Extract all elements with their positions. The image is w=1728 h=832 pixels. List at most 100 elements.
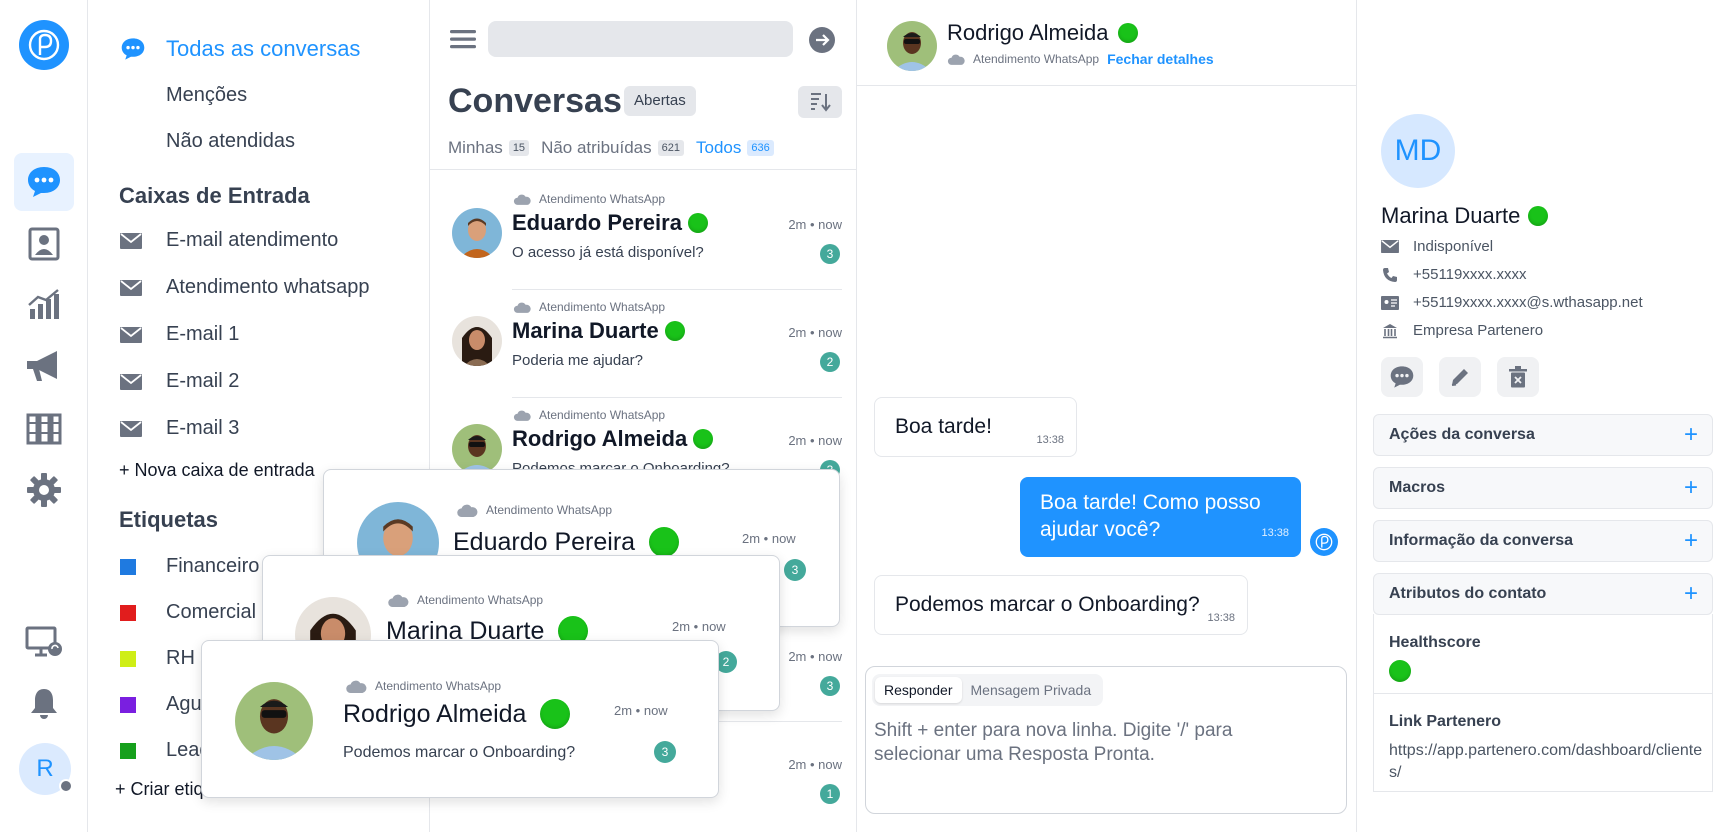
contact-avatar bbox=[235, 682, 313, 760]
status-filter-dropdown[interactable]: Abertas bbox=[624, 86, 696, 116]
contact-phone-row: +55119xxxx.xxxx bbox=[1381, 266, 1527, 283]
sidebar-item-label: E-mail 3 bbox=[166, 417, 240, 439]
conversation-inbox: Atendimento WhatsApp bbox=[513, 300, 665, 314]
rail-library-button[interactable] bbox=[14, 399, 74, 457]
online-status-dot bbox=[540, 699, 571, 729]
cloud-icon bbox=[345, 680, 367, 693]
search-go-button[interactable] bbox=[808, 26, 836, 59]
accordion-title: Macros bbox=[1389, 479, 1446, 496]
sidebar-label-item[interactable]: RH bbox=[120, 647, 195, 670]
new-inbox-link[interactable]: + Nova caixa de entrada bbox=[119, 460, 315, 481]
conversation-item[interactable]: Atendimento WhatsApp Marina Duarte Poder… bbox=[430, 290, 856, 398]
sidebar-label-item[interactable]: Agu bbox=[120, 693, 202, 716]
sidebar-label-item[interactable]: Financeiro bbox=[120, 555, 259, 578]
accordion-conversation-actions[interactable]: Ações da conversa + bbox=[1373, 414, 1713, 456]
chat-header: Rodrigo Almeida Atendimento WhatsApp Fec… bbox=[857, 0, 1356, 86]
tab-unassigned[interactable]: Não atribuídas 621 bbox=[541, 138, 684, 158]
accordion-title: Informação da conversa bbox=[1389, 532, 1574, 549]
contact-details-panel: MD Marina Duarte Indisponível +55119xxxx… bbox=[1357, 0, 1728, 832]
search-input[interactable] bbox=[488, 21, 793, 57]
delete-contact-button[interactable] bbox=[1497, 357, 1539, 397]
bank-icon bbox=[1383, 323, 1397, 338]
phone-icon bbox=[1383, 267, 1397, 282]
notification-card[interactable]: Atendimento WhatsApp Rodrigo Almeida 2m … bbox=[201, 640, 719, 798]
create-label-link[interactable]: + Criar etiq bbox=[115, 779, 204, 800]
attribute-label: Link Partenero bbox=[1389, 713, 1502, 730]
sort-icon bbox=[811, 93, 831, 112]
user-initial: R bbox=[36, 755, 54, 782]
menu-toggle-button[interactable] bbox=[450, 29, 476, 54]
reply-input[interactable]: Shift + enter para nova linha. Digite '/… bbox=[874, 719, 1314, 767]
sidebar-item-label: Agu bbox=[166, 693, 202, 715]
contact-actions bbox=[1381, 357, 1539, 397]
contact-avatar[interactable] bbox=[887, 21, 937, 71]
contact-name: Marina Duarte bbox=[1381, 203, 1549, 229]
plus-icon: + bbox=[1683, 527, 1698, 554]
conversation-contact-name: Rodrigo Almeida bbox=[512, 426, 714, 452]
cloud-icon bbox=[947, 54, 965, 65]
rail-conversations-button[interactable] bbox=[14, 153, 74, 211]
tab-count: 636 bbox=[747, 140, 774, 156]
rail-campaigns-button[interactable] bbox=[14, 337, 74, 395]
rail-notifications-button[interactable] bbox=[14, 674, 74, 732]
message-time: 13:38 bbox=[1261, 527, 1289, 539]
sidebar-item-inbox[interactable]: E-mail 2 bbox=[120, 370, 239, 393]
sidebar-item-label: E-mail 1 bbox=[166, 323, 240, 345]
sidebar-item-inbox[interactable]: E-mail 1 bbox=[120, 323, 239, 346]
tab-reply[interactable]: Responder bbox=[875, 677, 962, 703]
sidebar-item-unattended[interactable]: Não atendidas bbox=[120, 130, 295, 153]
sidebar-item-label: E-mail atendimento bbox=[166, 229, 339, 251]
tab-label: Não atribuídas bbox=[541, 138, 652, 157]
books-icon bbox=[26, 413, 62, 445]
conversation-contact-name: Marina Duarte bbox=[512, 318, 685, 344]
online-status-dot bbox=[693, 429, 714, 449]
sidebar-label-item[interactable]: Lead bbox=[120, 739, 211, 762]
cloud-icon bbox=[387, 594, 409, 607]
conversation-time: 2m • now bbox=[788, 757, 842, 772]
envelope-icon bbox=[120, 280, 142, 296]
notification-inbox: Atendimento WhatsApp bbox=[456, 503, 612, 517]
sidebar-item-label: Menções bbox=[166, 84, 248, 106]
tab-label: Todos bbox=[696, 138, 742, 157]
edit-contact-button[interactable] bbox=[1439, 357, 1481, 397]
sidebar-item-all-conversations[interactable]: Todas as conversas bbox=[120, 36, 360, 62]
message-text: Boa tarde! bbox=[895, 415, 992, 438]
sidebar-item-inbox[interactable]: Atendimento whatsapp bbox=[120, 276, 369, 299]
bell-icon bbox=[31, 689, 57, 719]
conversation-time: 2m • now bbox=[788, 217, 842, 232]
primary-nav-rail: R bbox=[0, 0, 88, 832]
accordion-macros[interactable]: Macros + bbox=[1373, 467, 1713, 509]
rail-contacts-button[interactable] bbox=[14, 215, 74, 273]
conversation-item[interactable]: Atendimento WhatsApp Eduardo Pereira O a… bbox=[430, 182, 856, 290]
sort-button[interactable] bbox=[798, 86, 842, 118]
rail-settings-button[interactable] bbox=[14, 461, 74, 519]
sidebar-item-label: E-mail 2 bbox=[166, 370, 240, 392]
accordion-contact-attributes[interactable]: Atributos do contato + bbox=[1373, 573, 1713, 615]
sidebar-item-inbox[interactable]: E-mail atendimento bbox=[120, 229, 338, 252]
new-message-button[interactable] bbox=[1381, 357, 1423, 397]
accordion-conversation-info[interactable]: Informação da conversa + bbox=[1373, 520, 1713, 562]
unread-count-badge: 1 bbox=[820, 784, 840, 804]
app-logo[interactable] bbox=[19, 20, 69, 70]
contact-avatar bbox=[452, 424, 502, 474]
close-details-link[interactable]: Fechar detalhes bbox=[1107, 51, 1214, 67]
label-color-swatch bbox=[120, 558, 136, 575]
sidebar-label-item[interactable]: Comercial bbox=[120, 601, 256, 624]
tab-private-note[interactable]: Mensagem Privada bbox=[962, 677, 1101, 703]
user-avatar[interactable]: R bbox=[19, 743, 73, 795]
tab-label: Minhas bbox=[448, 138, 503, 157]
rail-reports-button[interactable] bbox=[14, 275, 74, 333]
partenero-link[interactable]: https://app.partenero.com/dashboard/clie… bbox=[1389, 740, 1709, 784]
agent-avatar bbox=[1310, 528, 1338, 556]
tab-mine[interactable]: Minhas 15 bbox=[448, 138, 530, 158]
accordion-title: Atributos do contato bbox=[1389, 585, 1547, 602]
sidebar-item-mentions[interactable]: Menções bbox=[120, 84, 247, 107]
chart-icon bbox=[28, 289, 59, 319]
rail-devices-button[interactable] bbox=[14, 613, 74, 671]
chat-inbox-name: Atendimento WhatsApp bbox=[973, 52, 1100, 66]
tab-all[interactable]: Todos 636 bbox=[696, 138, 774, 158]
pencil-icon bbox=[1451, 369, 1468, 386]
sidebar-item-inbox[interactable]: E-mail 3 bbox=[120, 417, 239, 440]
gear-icon bbox=[27, 473, 61, 507]
notification-inbox: Atendimento WhatsApp bbox=[345, 679, 501, 693]
